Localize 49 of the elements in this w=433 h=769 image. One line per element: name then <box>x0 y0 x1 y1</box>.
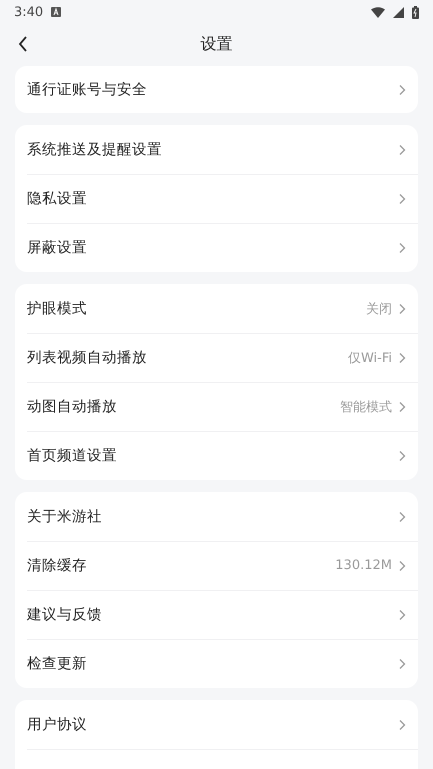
settings-row[interactable]: 列表视频自动播放 仅Wi-Fi <box>15 333 418 382</box>
notification-icon <box>51 7 62 17</box>
row-label: 护眼模式 <box>27 300 88 318</box>
chevron-icon <box>398 84 406 96</box>
settings-row[interactable]: 建议与反馈 <box>15 590 418 639</box>
page-title: 设置 <box>200 34 232 54</box>
settings-row[interactable]: 隐私设置 <box>15 174 418 223</box>
chevron-icon <box>398 658 406 670</box>
signal-icon <box>393 6 404 18</box>
settings-row[interactable]: 检查更新 <box>15 639 418 688</box>
wifi-icon <box>371 6 385 18</box>
chevron-icon <box>398 560 406 572</box>
chevron-icon <box>398 718 406 730</box>
row-label: 屏蔽设置 <box>27 239 88 257</box>
chevron-icon <box>398 352 406 364</box>
row-label: 通行证账号与安全 <box>27 80 148 99</box>
row-label: 建议与反馈 <box>27 606 103 624</box>
chevron-icon <box>398 242 406 254</box>
row-value: 仅Wi-Fi <box>348 350 392 366</box>
settings-row[interactable]: 护眼模式 关闭 <box>15 284 418 333</box>
chevron-icon <box>398 302 406 314</box>
chevron-icon <box>398 144 406 156</box>
chevron-icon <box>398 192 406 204</box>
chevron-icon <box>398 510 406 522</box>
row-label: 清除缓存 <box>27 557 88 575</box>
row-label: 首页频道设置 <box>27 447 118 465</box>
settings-row[interactable]: 动图自动播放 智能模式 <box>15 382 418 431</box>
settings-row[interactable]: 清除缓存 130.12M <box>15 541 418 590</box>
chevron-icon <box>398 450 406 462</box>
settings-row[interactable]: 系统推送及提醒设置 <box>15 125 418 174</box>
settings-row[interactable]: 用户协议 <box>27 700 418 750</box>
row-label: 列表视频自动播放 <box>27 349 148 367</box>
chevron-icon <box>398 400 406 412</box>
settings-row[interactable]: 屏蔽设置 <box>15 223 418 272</box>
row-label: 系统推送及提醒设置 <box>27 141 163 159</box>
battery-icon <box>412 6 419 18</box>
row-value: 智能模式 <box>340 398 392 416</box>
row-label: 动图自动播放 <box>27 398 118 416</box>
chevron-icon <box>398 608 406 620</box>
row-label: 关于米游社 <box>27 508 103 526</box>
row-value: 130.12M <box>335 558 392 573</box>
status-time: 3:40 <box>14 4 44 20</box>
row-label: 用户协议 <box>27 716 88 734</box>
row-value: 关闭 <box>366 300 392 318</box>
row-label: 隐私设置 <box>27 190 88 208</box>
settings-row[interactable]: 首页频道设置 <box>15 431 418 480</box>
row-label: 检查更新 <box>27 654 88 673</box>
settings-row[interactable]: 通行证账号与安全 <box>15 66 418 113</box>
settings-row[interactable]: 关于米游社 <box>15 492 418 541</box>
